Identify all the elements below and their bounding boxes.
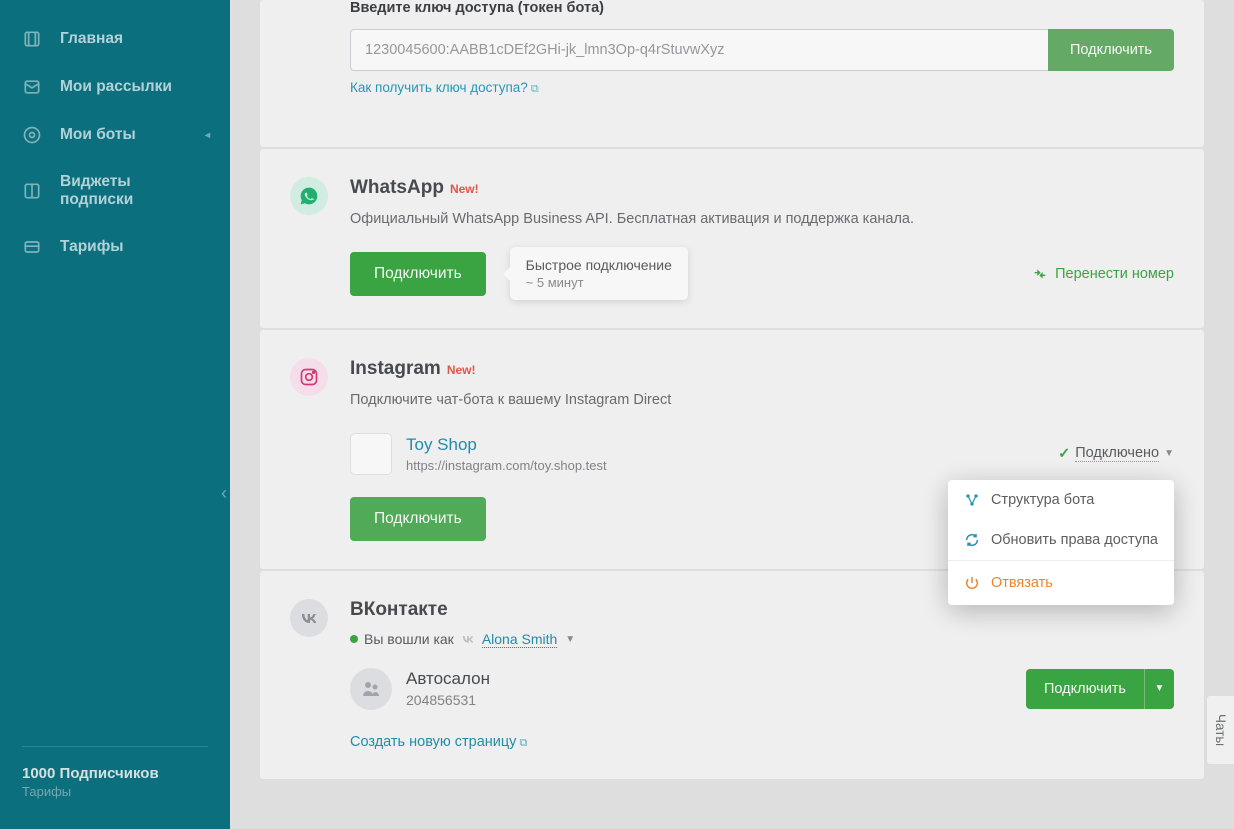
whatsapp-section: WhatsApp New! Официальный WhatsApp Busin… [260,149,1204,328]
send-icon [22,77,42,97]
online-dot-icon [350,635,358,643]
vk-page-id: 204856531 [406,692,490,708]
transfer-number-link[interactable]: Перенести номер [1032,266,1174,282]
new-badge: New! [450,182,479,196]
power-icon [964,575,980,591]
telegram-help-link[interactable]: Как получить ключ доступа?⧉ [350,80,539,96]
chat-tab[interactable]: Чаты [1206,695,1234,765]
connection-status-dropdown[interactable]: ✓ Подключено ▼ [1058,445,1174,462]
pricing-icon [22,237,42,257]
sidebar-nav: Главная Мои рассылки Мои боты ◂ Виджеты … [0,0,230,746]
sidebar-item-campaigns[interactable]: Мои рассылки [0,63,230,111]
sidebar-item-pricing[interactable]: Тарифы [0,223,230,271]
token-label: Введите ключ доступа (токен бота) [350,0,1174,16]
vk-page-name: Автосалон [406,669,490,689]
refresh-icon [964,532,980,548]
caret-down-icon: ▼ [1164,448,1174,459]
account-name[interactable]: Toy Shop [406,435,607,455]
main-content: Введите ключ доступа (токен бота) Подклю… [230,0,1234,779]
whatsapp-desc: Официальный WhatsApp Business API. Беспл… [350,209,1174,229]
sidebar-label: Тарифы [60,238,124,256]
account-url: https://instagram.com/toy.shop.test [406,458,607,473]
vk-connect-button[interactable]: Подключить [1026,669,1144,709]
sidebar-item-widgets[interactable]: Виджеты подписки [0,159,230,223]
sidebar-item-bots[interactable]: Мои боты ◂ [0,111,230,159]
dropdown-item-structure[interactable]: Структура бота [948,480,1174,520]
telegram-section: Введите ключ доступа (токен бота) Подклю… [260,0,1204,147]
whatsapp-title: WhatsApp New! [350,177,1174,199]
structure-icon [964,492,980,508]
whatsapp-connect-button[interactable]: Подключить [350,252,486,296]
token-input[interactable] [350,29,1048,71]
vk-create-page-link[interactable]: Создать новую страницу⧉ [350,734,527,750]
sidebar-footer: 1000 Подписчиков Тарифы [22,746,208,817]
sidebar-collapse-button[interactable]: ‹ [217,475,231,512]
sidebar-label: Виджеты подписки [60,173,208,209]
vk-icon [290,599,328,637]
vk-mini-icon [460,631,476,647]
sidebar-label: Главная [60,30,123,48]
whatsapp-icon [290,177,328,215]
instagram-desc: Подключите чат-бота к вашему Instagram D… [350,390,1174,410]
bot-icon [22,125,42,145]
vk-logged-in-status: Вы вошли как Alona Smith ▼ [350,631,1174,648]
vk-username-dropdown[interactable]: Alona Smith [482,631,557,648]
account-avatar [350,433,392,475]
sidebar: Главная Мои рассылки Мои боты ◂ Виджеты … [0,0,230,829]
home-icon [22,29,42,49]
sidebar-label: Мои рассылки [60,78,172,96]
transfer-icon [1032,266,1048,282]
sidebar-item-home[interactable]: Главная [0,15,230,63]
subscriber-count: 1000 Подписчиков [22,765,208,782]
status-dropdown-menu: Структура бота Обновить права доступа От… [948,480,1174,605]
new-badge: New! [447,363,476,377]
sidebar-label: Мои боты [60,126,136,144]
instagram-connect-button[interactable]: Подключить [350,497,486,541]
connected-account-row: Toy Shop https://instagram.com/toy.shop.… [350,429,1174,479]
external-link-icon: ⧉ [531,83,539,96]
instagram-icon [290,358,328,396]
caret-down-icon: ▼ [565,634,575,645]
check-icon: ✓ [1058,446,1070,462]
dropdown-item-refresh[interactable]: Обновить права доступа [948,520,1174,560]
instagram-title: Instagram New! [350,358,1174,380]
vk-connect-dropdown-button[interactable]: ▼ [1144,669,1174,709]
pricing-link[interactable]: Тарифы [22,784,208,799]
vk-page-avatar [350,668,392,710]
quick-connect-tooltip: Быстрое подключение ~ 5 минут [510,247,688,300]
vk-page-row: Автосалон 204856531 Подключить ▼ [350,668,1174,710]
chevron-left-icon: ◂ [205,130,210,141]
external-link-icon: ⧉ [519,737,527,750]
widget-icon [22,181,42,201]
dropdown-item-unlink[interactable]: Отвязать [948,560,1174,605]
telegram-connect-button[interactable]: Подключить [1048,29,1174,71]
